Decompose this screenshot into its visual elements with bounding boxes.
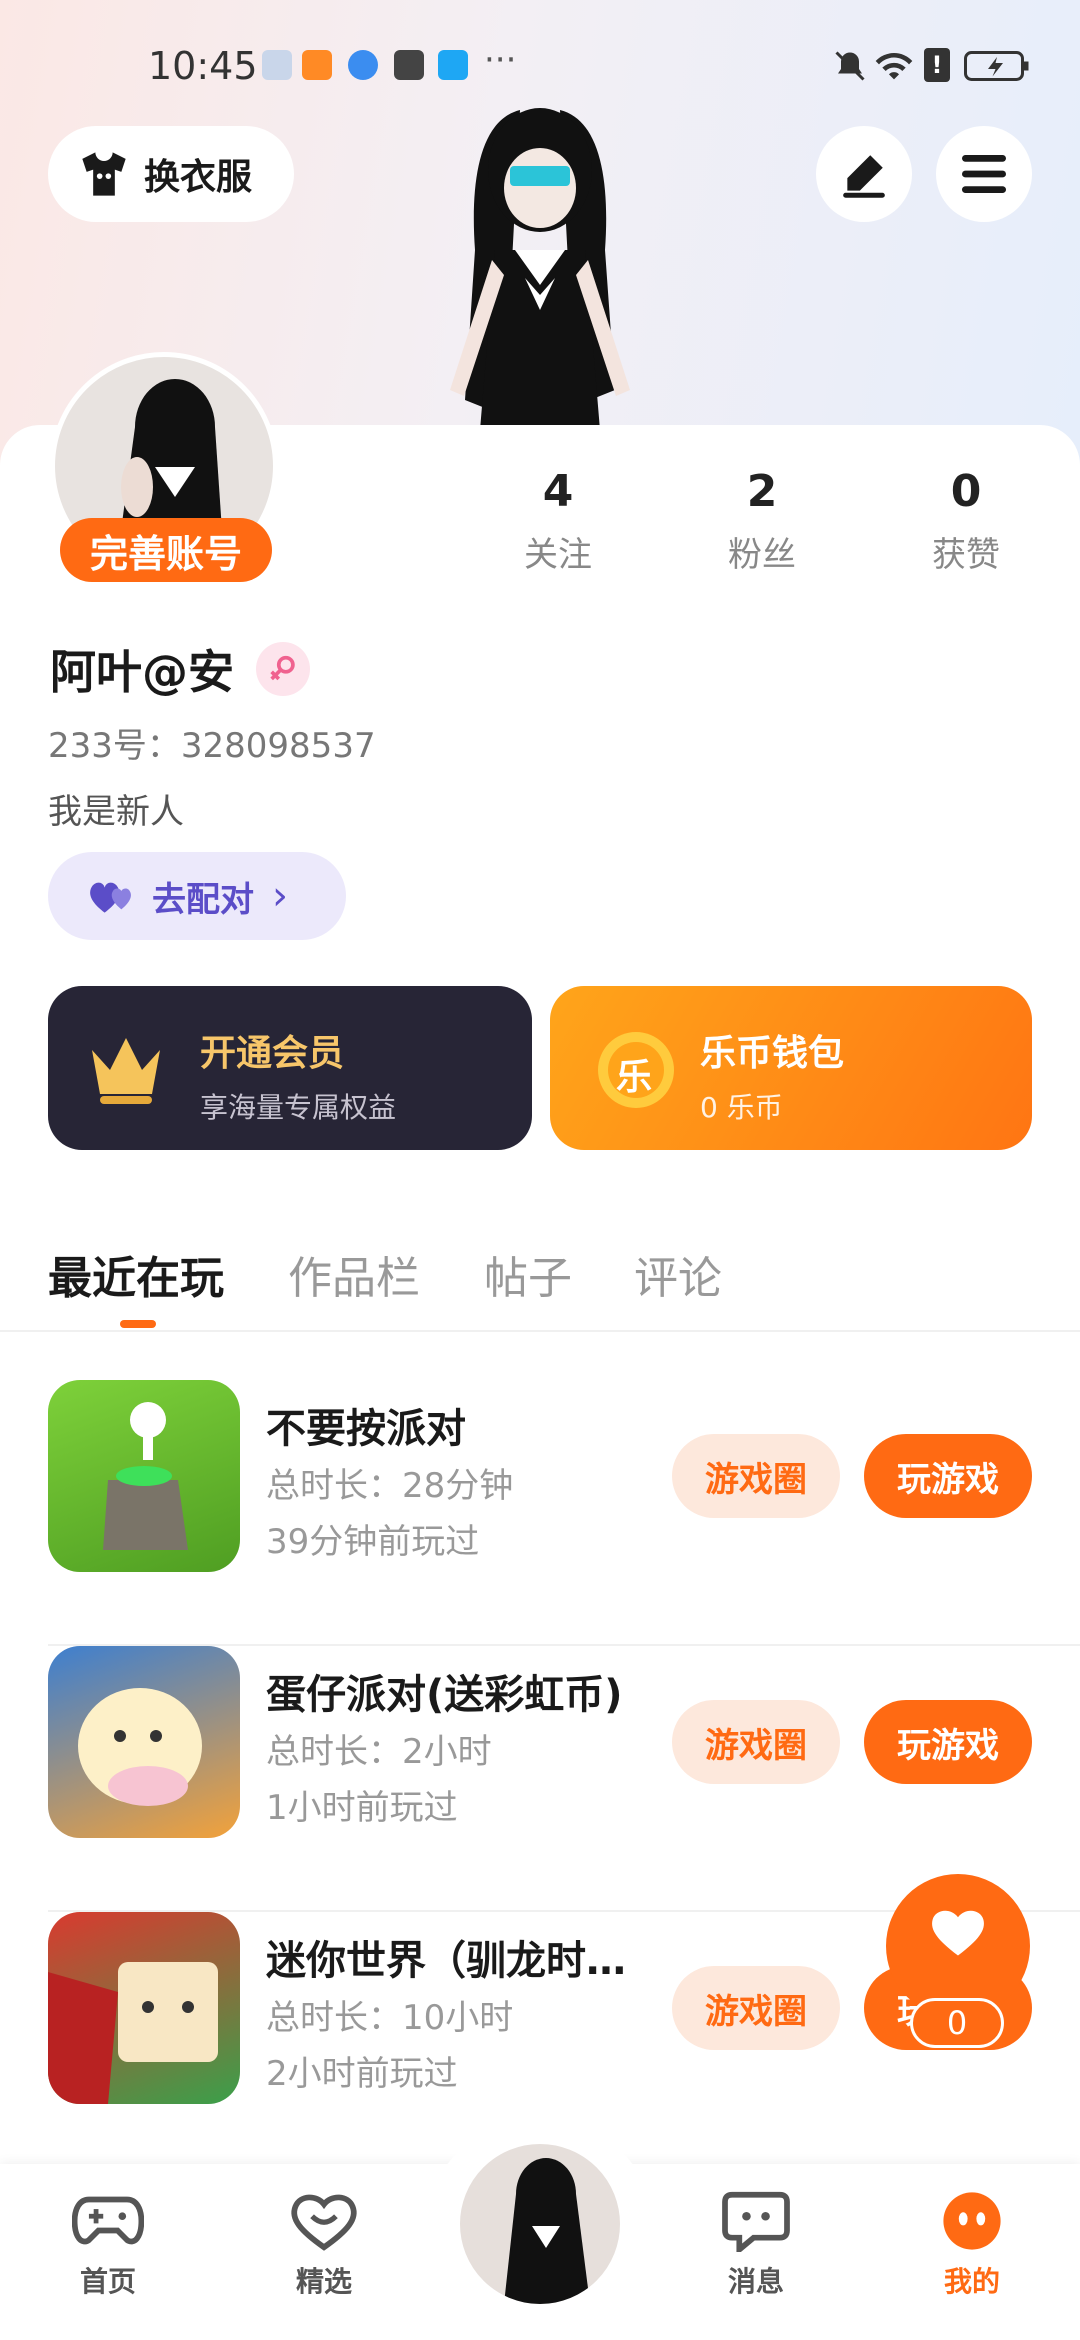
edit-profile-button[interactable] xyxy=(816,126,912,222)
battery-icon xyxy=(964,51,1029,81)
game-duration: 总时长：10小时 xyxy=(266,1998,514,2038)
stat-likes-label: 获赞 xyxy=(932,535,1000,575)
stat-fans-label: 粉丝 xyxy=(728,535,796,575)
stat-following-value: 4 xyxy=(542,466,574,517)
game-duration: 总时长：28分钟 xyxy=(266,1466,514,1506)
nav-home[interactable]: 首页 xyxy=(48,2190,168,2300)
tab-comments[interactable]: 评论 xyxy=(634,1242,722,1306)
tshirt-icon xyxy=(82,152,126,196)
hearts-icon xyxy=(90,882,131,913)
avatar-figure xyxy=(450,108,630,430)
crown-icon xyxy=(92,1038,160,1104)
stat-fans[interactable]: 2 粉丝 xyxy=(682,466,842,576)
vip-subtitle: 享海量专属权益 xyxy=(200,1091,397,1124)
tab-indicator xyxy=(120,1320,156,1328)
heart-smile-icon xyxy=(291,2194,357,2251)
gallery-notification-icon xyxy=(262,50,292,80)
content-tabs: 最近在玩 作品栏 帖子 评论 xyxy=(0,1232,1080,1332)
game-row[interactable]: 不要按派对 总时长：28分钟 39分钟前玩过 游戏圈 玩游戏 xyxy=(48,1380,1080,1646)
user-id: 233号：328098537 xyxy=(48,726,376,766)
game-thumbnail xyxy=(48,1646,240,1838)
game-circle-button[interactable]: 游戏圈 xyxy=(672,1966,840,2050)
game-name: 蛋仔派对(送彩虹币) xyxy=(266,1672,623,1718)
complete-account-badge[interactable]: 完善账号 xyxy=(60,518,272,582)
username: 阿叶@安 xyxy=(50,645,234,699)
game-thumbnail xyxy=(48,1912,240,2104)
me-face-icon xyxy=(943,2192,1001,2250)
alert-icon: ! xyxy=(924,48,950,82)
game-thumbnail xyxy=(48,1380,240,1572)
change-outfit-button[interactable]: 换衣服 xyxy=(48,126,294,222)
play-game-button[interactable]: 玩游戏 xyxy=(864,1700,1032,1784)
wallet-title: 乐币钱包 xyxy=(700,1033,845,1074)
game-duration: 总时长：2小时 xyxy=(266,1732,492,1772)
search-notification-icon xyxy=(438,50,468,80)
user-bio: 我是新人 xyxy=(48,792,184,832)
tab-recent[interactable]: 最近在玩 xyxy=(48,1242,224,1306)
menu-icon xyxy=(962,155,1006,193)
gamepad-icon xyxy=(71,2196,145,2245)
wifi-icon xyxy=(875,52,913,80)
vip-card[interactable]: 开通会员 享海量专属权益 xyxy=(48,986,532,1150)
more-notifications-icon: ··· xyxy=(484,40,517,80)
game-name: 不要按派对 xyxy=(266,1406,466,1452)
chat-icon xyxy=(722,2191,790,2256)
video-notification-icon xyxy=(302,50,332,80)
nav-avatar-button[interactable] xyxy=(456,2140,624,2308)
change-outfit-label: 换衣服 xyxy=(144,157,253,198)
huawei-notification-icon xyxy=(394,50,424,80)
nav-me[interactable]: 我的 xyxy=(912,2190,1032,2300)
mute-icon xyxy=(835,51,865,81)
female-icon xyxy=(256,642,310,696)
tab-works[interactable]: 作品栏 xyxy=(288,1242,420,1306)
menu-button[interactable] xyxy=(936,126,1032,222)
like-count-badge: 0 xyxy=(910,1998,1004,2048)
coin-char: 乐 xyxy=(616,1057,653,1098)
nav-featured-label: 精选 xyxy=(295,2265,352,2298)
stat-likes[interactable]: 0 获赞 xyxy=(886,466,1046,576)
go-match-label: 去配对 xyxy=(152,879,254,920)
play-game-button[interactable]: 玩游戏 xyxy=(864,1434,1032,1518)
username-row: 阿叶@安 xyxy=(50,636,310,702)
go-match-button[interactable]: 去配对 › xyxy=(48,852,346,940)
nav-messages[interactable]: 消息 xyxy=(696,2190,816,2300)
heart-icon xyxy=(932,1910,984,1956)
stat-following-label: 关注 xyxy=(524,535,592,575)
nav-home-label: 首页 xyxy=(79,2265,136,2298)
game-last-played: 1小时前玩过 xyxy=(266,1788,458,1828)
stat-likes-value: 0 xyxy=(950,466,982,517)
game-last-played: 39分钟前玩过 xyxy=(266,1522,480,1562)
wallet-subtitle: 0 乐币 xyxy=(700,1091,783,1124)
stat-following[interactable]: 4 关注 xyxy=(478,466,638,576)
floating-like-button[interactable] xyxy=(886,1874,1030,2018)
browser-notification-icon xyxy=(348,50,378,80)
nav-messages-label: 消息 xyxy=(727,2265,784,2298)
game-circle-button[interactable]: 游戏圈 xyxy=(672,1700,840,1784)
nav-featured[interactable]: 精选 xyxy=(264,2190,384,2300)
chevron-right-icon: › xyxy=(272,873,288,919)
game-last-played: 2小时前玩过 xyxy=(266,2054,458,2094)
status-time: 10:45 xyxy=(148,44,258,88)
game-row[interactable]: 蛋仔派对(送彩虹币) 总时长：2小时 1小时前玩过 游戏圈 玩游戏 xyxy=(48,1646,1080,1912)
vip-title: 开通会员 xyxy=(200,1033,345,1074)
nav-me-label: 我的 xyxy=(943,2265,1000,2298)
game-name: 迷你世界（驯龙时… xyxy=(266,1938,626,1984)
stat-fans-value: 2 xyxy=(746,466,778,517)
wallet-card[interactable]: 乐 乐币钱包 0 乐币 xyxy=(550,986,1032,1150)
tab-posts[interactable]: 帖子 xyxy=(484,1242,572,1306)
avatar-silhouette xyxy=(504,2158,590,2304)
status-bar: 10:45 ··· ! xyxy=(0,40,1080,96)
game-circle-button[interactable]: 游戏圈 xyxy=(672,1434,840,1518)
pen-icon xyxy=(843,155,885,198)
